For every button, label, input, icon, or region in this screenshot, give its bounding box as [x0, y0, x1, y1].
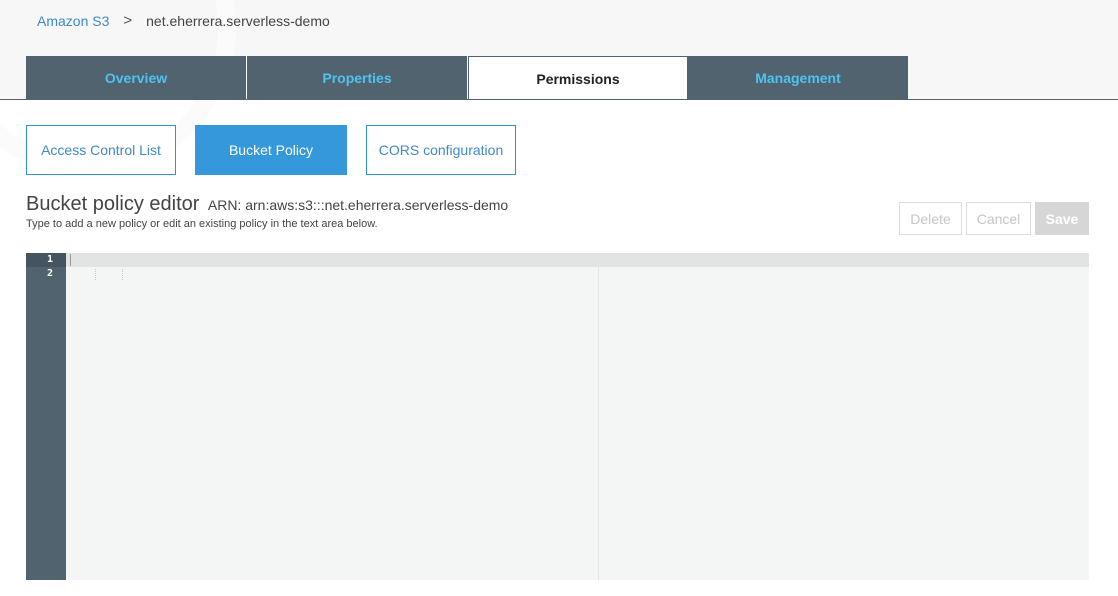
cancel-button[interactable]: Cancel: [966, 202, 1031, 235]
subtab-access-control-list[interactable]: Access Control List: [26, 125, 176, 175]
tab-overview[interactable]: Overview: [26, 56, 247, 99]
bucket-arn: ARN: arn:aws:s3:::net.eherrera.serverles…: [207, 197, 509, 213]
permission-subtabs: Access Control List Bucket Policy CORS c…: [26, 125, 535, 175]
breadcrumb: Amazon S3 > net.eherrera.serverless-demo: [37, 12, 330, 29]
line-number-gutter: 1 2: [26, 253, 66, 580]
breadcrumb-current-bucket: net.eherrera.serverless-demo: [146, 12, 330, 29]
tab-divider: [0, 99, 1118, 100]
line-number: 1: [26, 253, 66, 267]
breadcrumb-link-amazon-s3[interactable]: Amazon S3: [37, 13, 109, 29]
chevron-right-icon: >: [123, 12, 133, 29]
active-line-highlight: [66, 253, 1089, 267]
subtab-cors-configuration[interactable]: CORS configuration: [366, 125, 516, 175]
policy-code-editor[interactable]: 1 2: [26, 253, 1089, 580]
main-tabs: Overview Properties Permissions Manageme…: [26, 56, 909, 100]
subtab-bucket-policy[interactable]: Bucket Policy: [195, 125, 347, 175]
editor-actions: Delete Cancel Save: [899, 202, 1089, 235]
delete-button[interactable]: Delete: [899, 202, 962, 235]
text-cursor: [70, 254, 71, 266]
indent-guide: [95, 269, 96, 280]
tab-management[interactable]: Management: [688, 56, 909, 99]
line-number: 2: [46, 268, 53, 279]
tab-permissions[interactable]: Permissions: [468, 56, 688, 100]
editor-description: Type to add a new policy or edit an exis…: [26, 218, 378, 230]
print-margin: [598, 253, 599, 580]
editor-heading: Bucket policy editor ARN: arn:aws:s3:::n…: [26, 193, 508, 216]
save-button[interactable]: Save: [1035, 202, 1089, 235]
indent-guide: [122, 269, 123, 280]
tab-properties[interactable]: Properties: [247, 56, 468, 99]
editor-title: Bucket policy editor: [26, 193, 200, 215]
